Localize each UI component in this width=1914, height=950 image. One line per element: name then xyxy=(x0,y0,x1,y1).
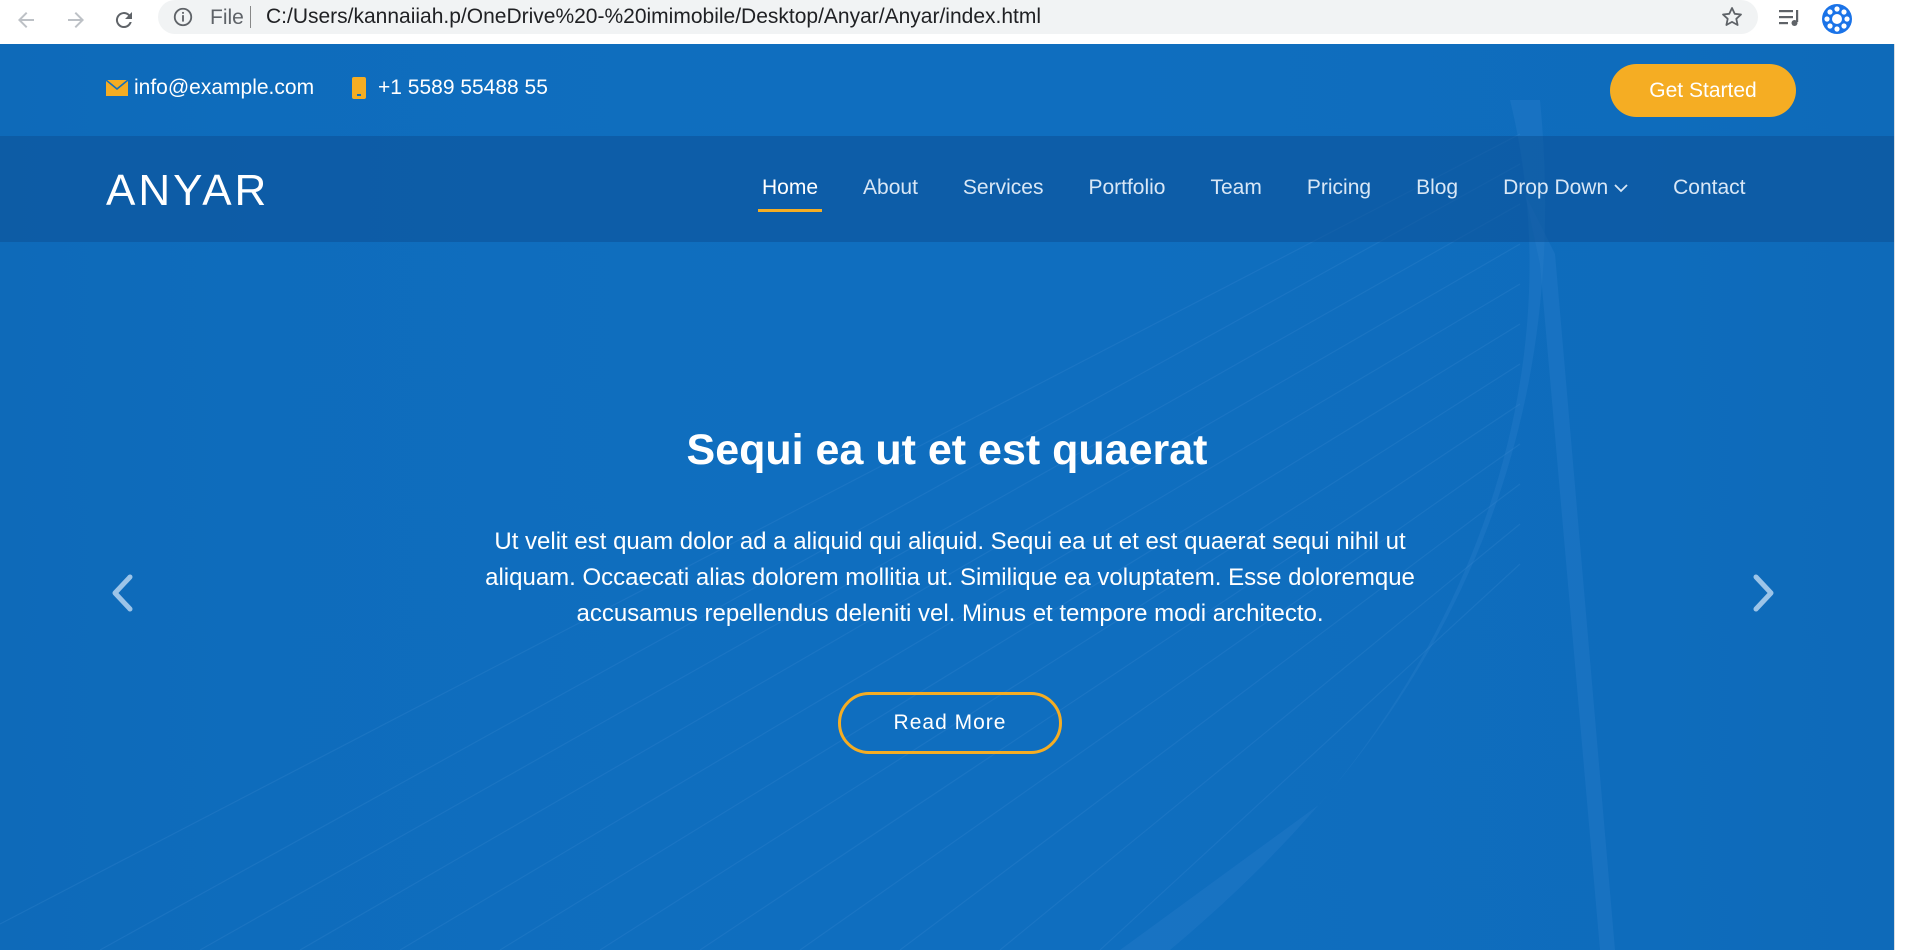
back-arrow-icon xyxy=(18,12,34,28)
address-separator xyxy=(250,6,251,28)
back-button[interactable] xyxy=(10,4,42,36)
page-scrollbar[interactable] xyxy=(1894,44,1914,950)
forward-button[interactable] xyxy=(60,4,92,36)
nav-dropdown[interactable]: Drop Down xyxy=(1503,176,1628,200)
carousel-next-button[interactable] xyxy=(1752,574,1776,617)
top-bar: info@example.com +1 5589 55488 55 Get St… xyxy=(0,44,1894,136)
phone-text[interactable]: +1 5589 55488 55 xyxy=(378,76,548,100)
main-nav: Home About Services Portfolio Team Prici… xyxy=(757,176,1746,212)
browser-toolbar: File C:/Users/kannaiiah.p/OneDrive%20-%2… xyxy=(0,0,1914,44)
chevron-left-icon xyxy=(112,574,133,612)
reload-icon xyxy=(115,12,132,29)
contact-email[interactable]: info@example.com xyxy=(106,76,314,100)
nav-about[interactable]: About xyxy=(863,176,918,200)
nav-pricing[interactable]: Pricing xyxy=(1307,176,1371,200)
nav-services[interactable]: Services xyxy=(963,176,1044,200)
extension-icon[interactable] xyxy=(1820,2,1854,36)
hero-text: Ut velit est quam dolor ad a aliquid qui… xyxy=(485,528,1415,627)
contact-phone[interactable]: +1 5589 55488 55 xyxy=(352,76,548,100)
url-text[interactable]: C:/Users/kannaiiah.p/OneDrive%20-%20imim… xyxy=(266,5,1041,29)
nav-dropdown-label: Drop Down xyxy=(1503,176,1609,199)
chevron-right-icon xyxy=(1753,574,1774,612)
address-bar[interactable]: File C:/Users/kannaiiah.p/OneDrive%20-%2… xyxy=(158,0,1758,34)
nav-portfolio[interactable]: Portfolio xyxy=(1088,176,1165,200)
media-icon[interactable] xyxy=(1776,4,1804,32)
page-content: info@example.com +1 5589 55488 55 Get St… xyxy=(0,44,1894,950)
read-more-button[interactable]: Read More xyxy=(838,692,1062,754)
nav-contact[interactable]: Contact xyxy=(1673,176,1745,200)
envelope-icon xyxy=(106,80,128,96)
nav-blog[interactable]: Blog xyxy=(1416,176,1458,200)
phone-icon xyxy=(352,77,366,99)
nav-home[interactable]: Home xyxy=(757,176,823,212)
carousel-prev-button[interactable] xyxy=(110,574,134,617)
reload-button[interactable] xyxy=(108,4,140,36)
nav-team[interactable]: Team xyxy=(1211,176,1262,200)
hero-title: Sequi ea ut et est quaerat xyxy=(686,426,1208,474)
info-icon[interactable] xyxy=(172,6,194,28)
get-started-button[interactable]: Get Started xyxy=(1610,64,1796,117)
chevron-down-icon xyxy=(1614,184,1628,193)
file-label: File xyxy=(210,6,244,29)
site-logo[interactable]: ANYAR xyxy=(106,166,269,216)
star-icon[interactable] xyxy=(1720,5,1744,29)
email-text[interactable]: info@example.com xyxy=(134,76,314,100)
site-header: ANYAR Home About Services Portfolio Team… xyxy=(0,136,1894,242)
forward-arrow-icon xyxy=(68,12,84,28)
